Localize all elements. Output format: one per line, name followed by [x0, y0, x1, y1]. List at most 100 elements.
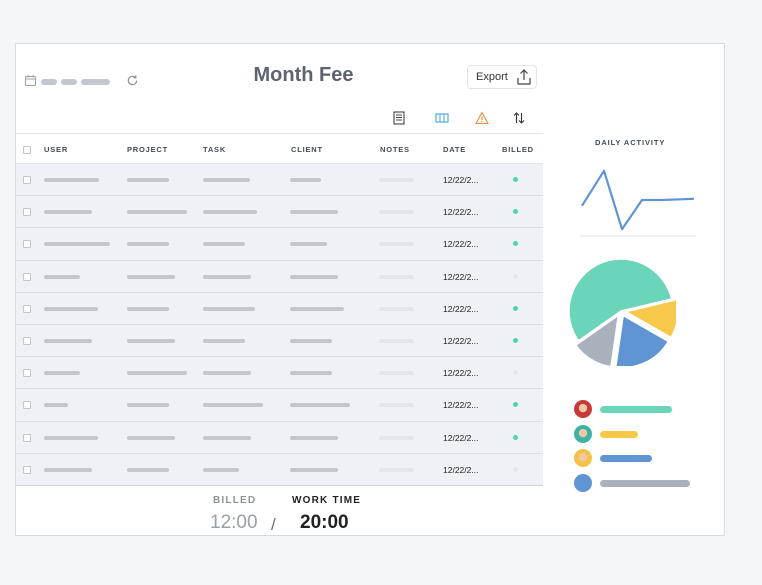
column-header-billed[interactable]: BILLED — [502, 145, 534, 154]
avatar — [574, 474, 592, 492]
notes-placeholder — [379, 242, 414, 247]
project-placeholder — [127, 274, 175, 279]
table-row[interactable]: 12/22/2... — [16, 228, 543, 261]
billed-status-dot — [513, 434, 518, 440]
task-placeholder — [203, 306, 255, 311]
column-header-client[interactable]: CLIENT — [291, 145, 323, 154]
row-checkbox[interactable] — [23, 208, 31, 217]
row-checkbox[interactable] — [23, 369, 31, 378]
date-range-mid[interactable] — [61, 79, 77, 85]
legend-item — [574, 425, 714, 443]
legend-bar — [600, 406, 672, 413]
project-placeholder — [127, 242, 169, 247]
table-row[interactable]: 12/22/2... — [16, 196, 543, 229]
billed-status-dot — [513, 241, 518, 247]
billed-status-dot — [513, 305, 518, 311]
legend-bar — [600, 455, 652, 462]
document-icon[interactable] — [392, 111, 406, 125]
row-checkbox[interactable] — [23, 304, 31, 313]
user-placeholder — [44, 403, 68, 408]
notes-placeholder — [379, 338, 414, 343]
table-row[interactable]: 12/22/2... — [16, 292, 543, 325]
billed-status-dot — [513, 177, 518, 182]
time-entries-table: USER PROJECT TASK CLIENT NOTES DATE BILL… — [16, 133, 543, 486]
client-placeholder — [290, 242, 327, 247]
row-date: 12/22/2... — [443, 303, 479, 314]
avatar — [574, 449, 592, 467]
notes-placeholder — [379, 467, 414, 472]
column-header-task[interactable]: TASK — [203, 145, 226, 154]
column-header-user[interactable]: USER — [44, 145, 68, 154]
row-checkbox[interactable] — [23, 465, 31, 474]
date-range-end[interactable] — [81, 79, 110, 85]
billed-total-value: 12:00 — [210, 512, 258, 533]
row-checkbox[interactable] — [23, 433, 31, 442]
row-checkbox[interactable] — [23, 176, 31, 184]
notes-placeholder — [379, 210, 414, 215]
table-row[interactable]: 12/22/2... — [16, 389, 543, 422]
table-row[interactable]: 12/22/2... — [16, 164, 543, 197]
column-header-notes[interactable]: NOTES — [380, 145, 410, 154]
project-placeholder — [127, 306, 169, 311]
billed-status-dot — [513, 466, 518, 472]
user-placeholder — [44, 178, 99, 182]
task-placeholder — [203, 435, 251, 440]
client-placeholder — [290, 210, 338, 215]
row-checkbox[interactable] — [23, 336, 31, 345]
legend-bar — [600, 431, 638, 438]
table-row[interactable]: 12/22/2... — [16, 453, 543, 486]
task-placeholder — [203, 210, 257, 215]
warning-icon[interactable] — [475, 111, 489, 125]
notes-placeholder — [379, 403, 414, 408]
columns-icon[interactable] — [435, 111, 449, 125]
work-time-value: 20:00 — [300, 512, 349, 533]
notes-placeholder — [379, 178, 414, 182]
client-placeholder — [290, 306, 344, 311]
sort-icon[interactable] — [512, 111, 526, 125]
legend-item — [574, 449, 714, 467]
user-placeholder — [44, 338, 92, 343]
table-row[interactable]: 12/22/2... — [16, 260, 543, 293]
project-placeholder — [127, 467, 169, 472]
task-placeholder — [203, 178, 250, 182]
task-placeholder — [203, 371, 251, 376]
billed-status-dot — [513, 209, 518, 215]
task-placeholder — [203, 467, 239, 472]
refresh-icon[interactable] — [126, 74, 139, 87]
footer-divider — [16, 485, 543, 486]
legend-bar — [600, 480, 690, 487]
activity-series-line — [581, 169, 695, 231]
column-header-project[interactable]: PROJECT — [127, 145, 168, 154]
table-row[interactable]: 12/22/2... — [16, 324, 543, 358]
user-placeholder — [44, 242, 110, 247]
billed-status-dot — [513, 370, 518, 376]
avatar — [574, 425, 592, 443]
table-body: 12/22/2... 12/22/2... 12/22/2... 12/22/2...… — [16, 164, 543, 486]
month-fee-card: Month Fee Export USER PROJECT TASK CLIEN… — [15, 43, 725, 536]
row-date: 12/22/2... — [443, 400, 479, 411]
project-placeholder — [127, 403, 169, 408]
client-placeholder — [290, 371, 332, 376]
export-button[interactable]: Export — [467, 65, 537, 89]
calendar-icon[interactable] — [25, 75, 36, 86]
billed-total-label: BILLED — [213, 495, 257, 506]
client-placeholder — [290, 467, 338, 472]
table-header: USER PROJECT TASK CLIENT NOTES DATE BILL… — [16, 133, 543, 164]
row-checkbox[interactable] — [23, 401, 31, 410]
select-all-checkbox[interactable] — [23, 146, 31, 154]
row-date: 12/22/2... — [443, 335, 479, 346]
row-date: 12/22/2... — [443, 175, 479, 185]
project-placeholder — [127, 435, 175, 440]
row-checkbox[interactable] — [23, 240, 31, 249]
row-checkbox[interactable] — [23, 272, 31, 281]
date-range-start[interactable] — [41, 79, 57, 85]
row-date: 12/22/2... — [443, 207, 479, 218]
legend-item — [574, 400, 714, 418]
column-header-date[interactable]: DATE — [443, 145, 466, 154]
user-placeholder — [44, 210, 92, 215]
daily-activity-line-chart — [580, 169, 696, 237]
table-row[interactable]: 12/22/2... — [16, 421, 543, 454]
table-row[interactable]: 12/22/2... — [16, 357, 543, 390]
client-placeholder — [290, 178, 321, 182]
activity-pie-chart — [568, 258, 676, 366]
